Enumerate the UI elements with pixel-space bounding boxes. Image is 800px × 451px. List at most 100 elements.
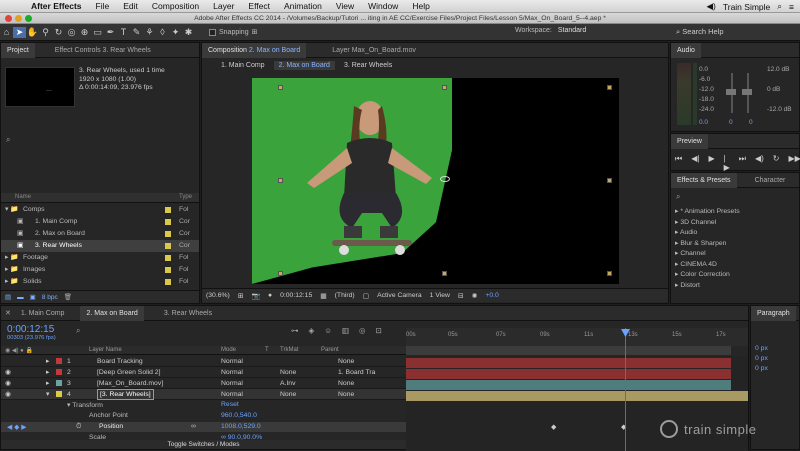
anchor-point-value[interactable]: 960.0,540.0	[221, 412, 257, 419]
label-swatch[interactable]	[165, 255, 171, 261]
label-swatch[interactable]	[165, 219, 171, 225]
layer-trkmat-select[interactable]: None	[280, 389, 296, 400]
menu-layer[interactable]: Layer	[206, 1, 241, 11]
work-area-bar[interactable]	[406, 346, 731, 355]
effects-category[interactable]: ▸ * Animation Presets	[675, 207, 740, 215]
snapping-checkbox[interactable]	[209, 28, 216, 36]
shy-icon[interactable]: ☺	[324, 326, 332, 335]
bbox-handle[interactable]	[607, 85, 612, 90]
transform-group[interactable]: ▾ Transform	[67, 401, 103, 409]
tab-paragraph[interactable]: Paragraph	[751, 305, 796, 321]
current-time-indicator[interactable]	[625, 328, 626, 451]
trash-icon[interactable]: 🗑	[64, 293, 72, 301]
bbox-handle[interactable]	[607, 271, 612, 276]
effects-category[interactable]: ▸ Channel	[675, 249, 706, 257]
comp-viewer[interactable]	[202, 73, 668, 288]
bbox-handle[interactable]	[607, 178, 612, 183]
tab-preview[interactable]: Preview	[671, 133, 708, 149]
column-trkmat[interactable]: TrkMat	[280, 347, 298, 353]
pan-behind-tool-icon[interactable]: ⊕	[78, 27, 91, 38]
tab-character[interactable]: Character	[749, 173, 792, 188]
transparency-grid-icon[interactable]: ▦	[320, 292, 326, 300]
last-frame-icon[interactable]: ⏭	[739, 154, 746, 172]
layer-parent-select[interactable]: None	[338, 378, 354, 389]
zoom-tool-icon[interactable]: ⚲	[39, 27, 52, 38]
column-type[interactable]: Type	[179, 194, 192, 200]
effects-category[interactable]: ▸ Color Correction	[675, 270, 730, 278]
effects-category[interactable]: ▸ Distort	[675, 281, 700, 289]
column-layer-name[interactable]: Layer Name	[89, 347, 122, 353]
layer-row[interactable]: ◉ ▾ 4 [3. Rear Wheels] Normal None None	[1, 389, 406, 400]
indent-value[interactable]: 0 px	[755, 344, 768, 354]
type-tool-icon[interactable]: T	[117, 27, 130, 37]
menu-animation[interactable]: Animation	[277, 1, 329, 11]
layer-row[interactable]: ◉ ▸ 2 [Deep Green Solid 2] Normal None 1. Boar…	[1, 367, 406, 378]
clone-tool-icon[interactable]: ⚘	[143, 27, 156, 38]
project-item[interactable]: ▸ 📁 Images Fol	[1, 264, 199, 276]
position-value[interactable]: 1008.0,529.0	[221, 423, 261, 430]
visibility-eye-icon[interactable]: ◉	[5, 378, 11, 389]
volume-icon[interactable]: ◀)	[706, 1, 715, 12]
visibility-eye-icon[interactable]: ◉	[5, 389, 11, 400]
effects-search-icon[interactable]: ⌕	[676, 192, 680, 202]
interpret-footage-icon[interactable]: ▤	[5, 293, 11, 301]
tab-project[interactable]: Project	[1, 42, 35, 58]
menu-composition[interactable]: Composition	[145, 1, 206, 11]
new-folder-icon[interactable]: ▬	[17, 294, 24, 301]
home-icon[interactable]: ⌂	[0, 27, 13, 37]
grid-icon[interactable]: ⊞	[238, 292, 244, 300]
workspace-select[interactable]: Standard	[558, 27, 586, 34]
layer-trkmat-select[interactable]: None	[280, 367, 296, 378]
transform-reset[interactable]: Reset	[221, 401, 239, 408]
loop-icon[interactable]: ↻	[773, 154, 780, 172]
list-icon[interactable]: ≡	[789, 2, 794, 12]
exposure-icon[interactable]: ✺	[472, 292, 478, 300]
bbox-handle[interactable]	[442, 85, 447, 90]
project-item[interactable]: ▣ 3. Rear Wheels Cor	[1, 240, 199, 252]
layer-mode-select[interactable]: Normal	[221, 367, 243, 378]
layer-mode-select[interactable]: Normal	[221, 389, 243, 400]
next-frame-icon[interactable]: |▶	[724, 154, 730, 172]
project-item[interactable]: ▣ 1. Main Comp Cor	[1, 216, 199, 228]
menu-view[interactable]: View	[329, 1, 361, 11]
disclosure-triangle-icon[interactable]: ▸ 📁	[5, 276, 19, 288]
indent-value[interactable]: 0 px	[755, 354, 768, 364]
comp-icon[interactable]: ▣	[17, 228, 23, 240]
color-channel-icon[interactable]: ●	[268, 292, 272, 299]
label-swatch[interactable]	[165, 267, 171, 273]
layer-name[interactable]: [Deep Green Solid 2]	[97, 367, 160, 378]
layer-name[interactable]: [Max_On_Board.mov]	[97, 378, 163, 389]
draft-3d-icon[interactable]: ◈	[309, 326, 315, 335]
disclosure-triangle-icon[interactable]: ▸	[46, 378, 49, 389]
layer-label-swatch[interactable]	[56, 380, 62, 386]
disclosure-triangle-icon[interactable]: ▾	[46, 389, 49, 400]
timeline-tab-main-comp[interactable]: 1. Main Comp	[15, 306, 71, 321]
menu-file[interactable]: File	[89, 1, 117, 11]
comp-nav-max-on-board[interactable]: 2. Max on Board	[273, 60, 335, 70]
tab-effect-controls[interactable]: Effect Controls 3. Rear Wheels	[49, 43, 157, 58]
graph-editor-icon[interactable]: ⊡	[376, 326, 382, 335]
column-name[interactable]: Name	[15, 194, 31, 200]
spotlight-icon[interactable]: ⌕	[777, 1, 782, 12]
layer-label-swatch[interactable]	[56, 358, 62, 364]
comp-icon[interactable]: ▣	[17, 240, 23, 252]
time-ruler[interactable]: 00s 05s 07s 09s 11s 13s 15s 17s	[406, 328, 748, 346]
snap-options-icon[interactable]: ⊞	[252, 28, 258, 36]
layer-parent-select[interactable]: None	[338, 389, 354, 400]
menu-edit[interactable]: Edit	[116, 1, 145, 11]
timeline-tab-max-on-board[interactable]: 2. Max on Board	[80, 305, 144, 321]
view-options-icon[interactable]: ⊟	[458, 292, 464, 300]
close-icon[interactable]	[5, 15, 12, 22]
effects-category[interactable]: ▸ CINEMA 4D	[675, 260, 717, 268]
pen-tool-icon[interactable]: ✒	[104, 27, 117, 38]
column-parent[interactable]: Parent	[321, 347, 339, 353]
rectangle-tool-icon[interactable]: ▭	[91, 27, 104, 38]
camera-tool-icon[interactable]: ◎	[65, 27, 78, 38]
disclosure-triangle-icon[interactable]: ▸	[46, 367, 49, 378]
effects-category[interactable]: ▸ 3D Channel	[675, 218, 716, 226]
expression-link-icon[interactable]: ∞	[191, 423, 196, 430]
disclosure-triangle-icon[interactable]: ▸	[46, 356, 49, 367]
label-swatch[interactable]	[165, 231, 171, 237]
column-t[interactable]: T	[265, 347, 269, 353]
menu-window[interactable]: Window	[361, 1, 405, 11]
